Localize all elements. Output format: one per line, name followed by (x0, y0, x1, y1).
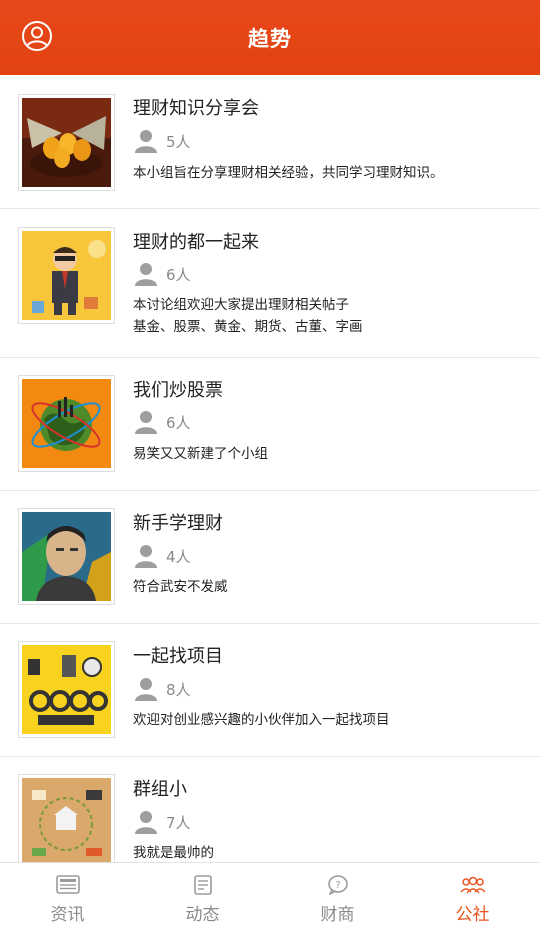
tab-label: 资讯 (50, 905, 85, 925)
group-name: 我们炒股票 (133, 380, 223, 401)
feed-icon (193, 875, 212, 895)
tab-label: 财商 (320, 905, 355, 925)
businessman-image (22, 231, 111, 320)
news-icon (55, 875, 80, 894)
group-thumbnail (18, 508, 115, 605)
business-gears-image (22, 645, 111, 734)
finance-network-image (22, 778, 111, 862)
member-count: 4人 (135, 544, 191, 568)
member-count: 7人 (135, 810, 191, 834)
tab-label: 公社 (455, 905, 490, 925)
description-line: 本讨论组欢迎大家提出理财相关帖子 (133, 297, 349, 313)
group-name: 群组小 (133, 779, 187, 800)
description-line: 我就是最帅的 (133, 845, 214, 861)
description-line: 符合武安不发威 (133, 579, 228, 595)
page-title: 趋势 (248, 26, 292, 51)
person-icon (135, 411, 157, 434)
description-line: 欢迎对创业感兴趣的小伙伴加入一起找项目 (133, 712, 390, 728)
list-item[interactable]: 新手学理财 4人 符合武安不发威 (0, 491, 540, 624)
group-thumbnail (18, 227, 115, 324)
description-line: 基金、股票、黄金、期货、古董、字画 (133, 319, 363, 335)
member-count-label: 7人 (166, 813, 191, 832)
member-count: 6人 (135, 410, 191, 434)
group-name: 理财知识分享会 (133, 98, 259, 119)
group-icon (459, 876, 486, 894)
group-thumbnail (18, 774, 115, 862)
group-thumbnail (18, 94, 115, 191)
member-count-label: 6人 (166, 265, 191, 284)
description-line: 易笑又又新建了个小组 (133, 446, 268, 462)
group-name: 一起找项目 (133, 646, 223, 667)
group-thumbnail (18, 641, 115, 738)
member-count: 5人 (135, 129, 191, 153)
top-bar: 趋势 (0, 0, 540, 75)
group-description: 欢迎对创业感兴趣的小伙伴加入一起找项目 (133, 709, 390, 731)
member-count-label: 4人 (166, 547, 191, 566)
tab-community[interactable]: 公社 (405, 863, 540, 930)
list-item[interactable]: 我们炒股票 6人 易笑又又新建了个小组 (0, 358, 540, 491)
group-description: 本讨论组欢迎大家提出理财相关帖子 基金、股票、黄金、期货、古董、字画 (133, 294, 363, 338)
globe-stocks-image (22, 379, 111, 468)
bottom-tab-bar: 资讯 动态 ? 财商 公社 (0, 862, 540, 930)
tab-finance-quotient[interactable]: ? 财商 (270, 863, 405, 930)
member-count: 8人 (135, 677, 191, 701)
portrait-image (22, 512, 111, 601)
group-description: 符合武安不发威 (133, 576, 228, 598)
person-icon (135, 263, 157, 286)
user-circle-icon[interactable] (21, 20, 53, 52)
group-thumbnail (18, 375, 115, 472)
group-list: 理财知识分享会 5人 本小组旨在分享理财相关经验，共同学习理财知识。 理财的都一… (0, 75, 540, 862)
person-icon (135, 545, 157, 568)
list-item[interactable]: 一起找项目 8人 欢迎对创业感兴趣的小伙伴加入一起找项目 (0, 624, 540, 757)
person-icon (135, 811, 157, 834)
tab-news[interactable]: 资讯 (0, 863, 135, 930)
person-icon (135, 678, 157, 701)
question-bubble-icon: ? (327, 875, 348, 895)
svg-text:?: ? (335, 880, 340, 891)
description-line: 本小组旨在分享理财相关经验，共同学习理财知识。 (133, 165, 444, 181)
tab-feed[interactable]: 动态 (135, 863, 270, 930)
member-count-label: 5人 (166, 132, 191, 151)
group-description: 本小组旨在分享理财相关经验，共同学习理财知识。 (133, 162, 444, 184)
group-name: 理财的都一起来 (133, 232, 259, 253)
list-item[interactable]: 理财的都一起来 6人 本讨论组欢迎大家提出理财相关帖子 基金、股票、黄金、期货、… (0, 209, 540, 358)
list-item[interactable]: 群组小 7人 我就是最帅的 (0, 757, 540, 862)
member-count-label: 8人 (166, 680, 191, 699)
tab-label: 动态 (185, 905, 220, 925)
group-description: 我就是最帅的 (133, 842, 214, 862)
group-name: 新手学理财 (133, 513, 223, 534)
member-count-label: 6人 (166, 413, 191, 432)
person-icon (135, 130, 157, 153)
golden-eggs-image (22, 98, 111, 187)
member-count: 6人 (135, 262, 191, 286)
group-description: 易笑又又新建了个小组 (133, 443, 268, 465)
list-item[interactable]: 理财知识分享会 5人 本小组旨在分享理财相关经验，共同学习理财知识。 (0, 75, 540, 209)
